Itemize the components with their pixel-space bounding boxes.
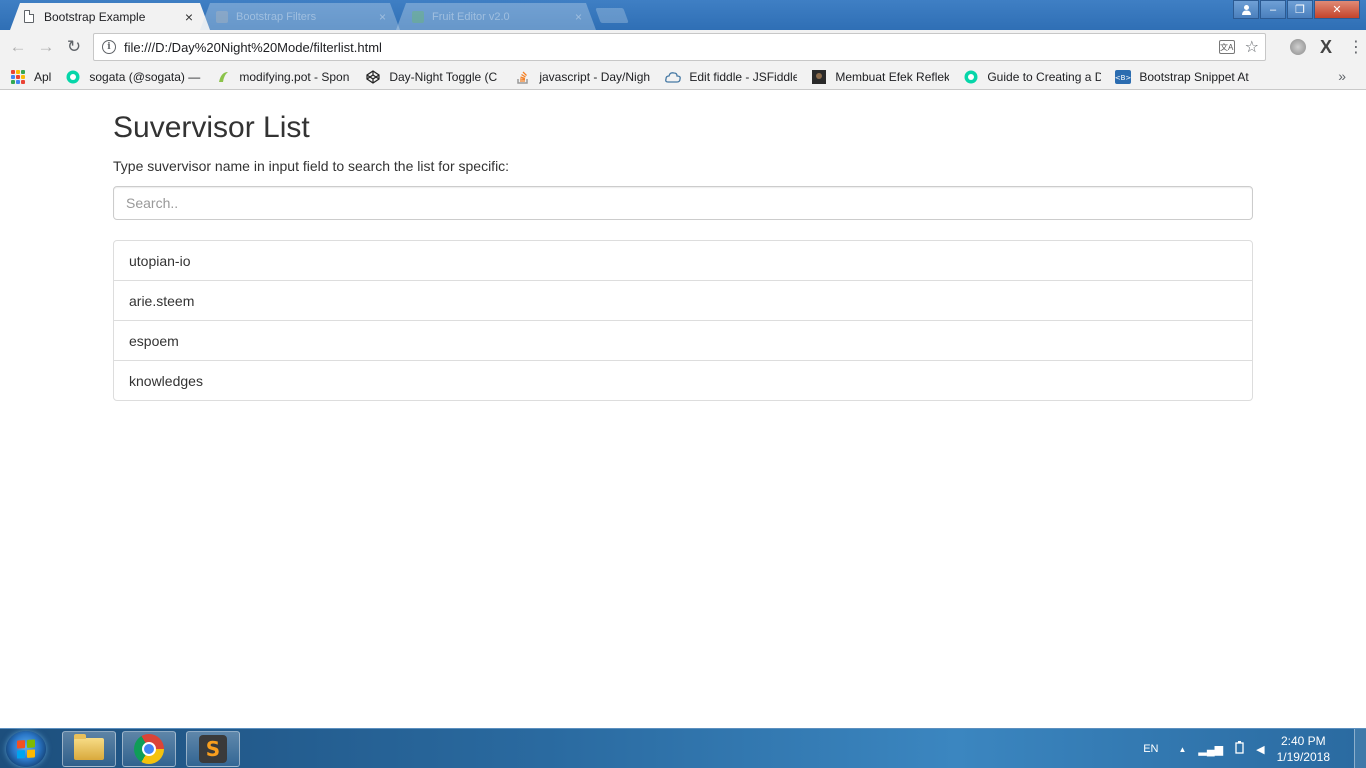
page-icon bbox=[216, 10, 228, 23]
volume-icon[interactable]: ◀ bbox=[1256, 743, 1264, 756]
system-tray: EN ▲ ▂▄▆ ◀ 2:40 PM 1/19/2018 bbox=[1143, 729, 1366, 768]
poeditor-icon bbox=[215, 69, 231, 85]
container: Suvervisor List Type suvervisor name in … bbox=[113, 91, 1253, 401]
clock-time: 2:40 PM bbox=[1280, 734, 1326, 748]
tab-title: Fruit Editor v2.0 bbox=[432, 10, 510, 23]
bookmark-label: Membuat Efek Reflek bbox=[835, 69, 950, 84]
apps-grid-icon bbox=[10, 69, 26, 85]
tab-title: Bootstrap Filters bbox=[236, 10, 317, 23]
codepen-icon bbox=[365, 69, 381, 85]
page-icon bbox=[24, 10, 34, 23]
clock[interactable]: 2:40 PM 1/19/2018 bbox=[1277, 733, 1330, 765]
folder-icon bbox=[74, 734, 104, 760]
bookmark-jsfiddle[interactable]: Edit fiddle - JSFiddle bbox=[665, 69, 797, 85]
sublime-text-icon: S bbox=[199, 735, 227, 763]
bookmark-apps[interactable]: Apl bbox=[10, 69, 51, 85]
minimize-button[interactable]: – bbox=[1260, 0, 1286, 19]
bookmark-sogata[interactable]: sogata (@sogata) — S bbox=[65, 69, 201, 85]
list-item: espoem bbox=[113, 320, 1253, 361]
info-icon[interactable]: i bbox=[102, 40, 116, 54]
tab-bootstrap-example[interactable]: Bootstrap Example × bbox=[10, 3, 210, 30]
bookmark-label: Day-Night Toggle (C bbox=[389, 69, 498, 84]
url-text[interactable]: file:///D:/Day%20Night%20Mode/filterlist… bbox=[124, 40, 1219, 55]
new-tab-button[interactable] bbox=[595, 8, 629, 23]
page-title: Suvervisor List bbox=[113, 111, 310, 144]
list-item: utopian-io bbox=[113, 240, 1253, 281]
tab-close-icon[interactable]: × bbox=[182, 9, 196, 25]
bookmarks-bar: Apl sogata (@sogata) — S modifying.pot -… bbox=[0, 64, 1366, 90]
chrome-icon bbox=[134, 734, 164, 764]
bookmark-label: Edit fiddle - JSFiddle bbox=[689, 69, 798, 84]
bookmark-label: Bootstrap Snippet At bbox=[1139, 69, 1249, 84]
bookmarks-overflow-icon[interactable]: » bbox=[1338, 68, 1346, 84]
extensions-area: X ⋮ bbox=[1289, 30, 1364, 64]
address-bar[interactable]: i file:///D:/Day%20Night%20Mode/filterli… bbox=[93, 33, 1266, 61]
user-profile-icon[interactable] bbox=[1233, 0, 1259, 19]
tab-close-icon[interactable]: × bbox=[575, 10, 582, 24]
bookmark-guide-to-creating[interactable]: Guide to Creating a D bbox=[963, 69, 1101, 85]
tab-title: Bootstrap Example bbox=[44, 9, 146, 24]
taskbar-chrome[interactable] bbox=[122, 731, 176, 767]
bookmark-label: modifying.pot - Spon bbox=[239, 69, 350, 84]
menu-icon[interactable]: ⋮ bbox=[1348, 37, 1364, 57]
bookmark-label: Apl bbox=[34, 69, 52, 84]
restore-button[interactable]: ❐ bbox=[1287, 0, 1313, 19]
tab-background-2[interactable]: Fruit Editor v2.0 × bbox=[396, 3, 596, 30]
bootsnipp-icon: <B> bbox=[1115, 69, 1132, 85]
stackoverflow-icon bbox=[515, 69, 531, 85]
page-subtitle: Type suvervisor name in input field to s… bbox=[113, 158, 510, 174]
translate-icon[interactable]: 文A bbox=[1218, 40, 1235, 54]
bookmark-day-night-toggle[interactable]: Day-Night Toggle (C bbox=[365, 69, 501, 85]
bookmark-modifying-pot[interactable]: modifying.pot - Spon bbox=[215, 69, 351, 85]
bookmark-label: sogata (@sogata) — S bbox=[89, 69, 202, 84]
list-item: arie.steem bbox=[113, 280, 1253, 321]
reload-button[interactable]: ↻ bbox=[60, 33, 88, 61]
thumbnail-icon bbox=[811, 69, 827, 85]
forward-button[interactable]: → bbox=[32, 33, 60, 61]
bookmark-membuat-efek[interactable]: Membuat Efek Reflek bbox=[811, 69, 949, 85]
svg-text:<B>: <B> bbox=[1115, 74, 1131, 82]
list-item: knowledges bbox=[113, 360, 1253, 401]
windows-logo-icon bbox=[17, 739, 35, 759]
close-window-button[interactable]: ✕ bbox=[1314, 0, 1360, 19]
show-hidden-icons[interactable]: ▲ bbox=[1179, 745, 1187, 754]
fruit-editor-icon bbox=[412, 10, 424, 23]
window-controls: – ❐ ✕ bbox=[1232, 0, 1360, 19]
steemit-icon bbox=[65, 69, 81, 85]
supervisor-list: utopian-io arie.steem espoem knowledges bbox=[113, 240, 1253, 401]
clock-date: 1/19/2018 bbox=[1276, 750, 1330, 764]
x-extension-icon[interactable]: X bbox=[1320, 37, 1332, 58]
bookmark-star-icon[interactable]: ☆ bbox=[1245, 37, 1259, 57]
taskbar-explorer[interactable] bbox=[62, 731, 116, 767]
page-content: Suvervisor List Type suvervisor name in … bbox=[0, 91, 1366, 728]
tab-strip: Bootstrap Example × Bootstrap Filters × … bbox=[0, 0, 1366, 30]
steemit-icon bbox=[963, 69, 979, 85]
back-button[interactable]: ← bbox=[4, 33, 32, 61]
jsfiddle-icon bbox=[665, 69, 682, 85]
bookmark-bootstrap-snippet[interactable]: <B> Bootstrap Snippet At bbox=[1115, 69, 1255, 85]
show-desktop-button[interactable] bbox=[1354, 729, 1366, 768]
windows-taskbar: S EN ▲ ▂▄▆ ◀ 2:40 PM 1/19/2018 bbox=[0, 728, 1366, 768]
tab-close-icon[interactable]: × bbox=[379, 10, 386, 24]
network-icon[interactable]: ▂▄▆ bbox=[1198, 743, 1223, 756]
extension-icon[interactable] bbox=[1289, 39, 1306, 55]
start-button[interactable] bbox=[6, 731, 46, 767]
power-icon[interactable] bbox=[1235, 741, 1244, 757]
search-input[interactable] bbox=[113, 186, 1253, 220]
bookmark-label: Guide to Creating a D bbox=[987, 69, 1102, 84]
bookmark-javascript-daynight[interactable]: javascript - Day/Nigh bbox=[515, 69, 651, 85]
browser-toolbar: ← → ↻ i file:///D:/Day%20Night%20Mode/fi… bbox=[0, 30, 1366, 64]
bookmark-label: javascript - Day/Nigh bbox=[539, 69, 651, 84]
language-indicator[interactable]: EN bbox=[1143, 743, 1158, 755]
tab-background-1[interactable]: Bootstrap Filters × bbox=[200, 3, 400, 30]
taskbar-sublime[interactable]: S bbox=[186, 731, 240, 767]
